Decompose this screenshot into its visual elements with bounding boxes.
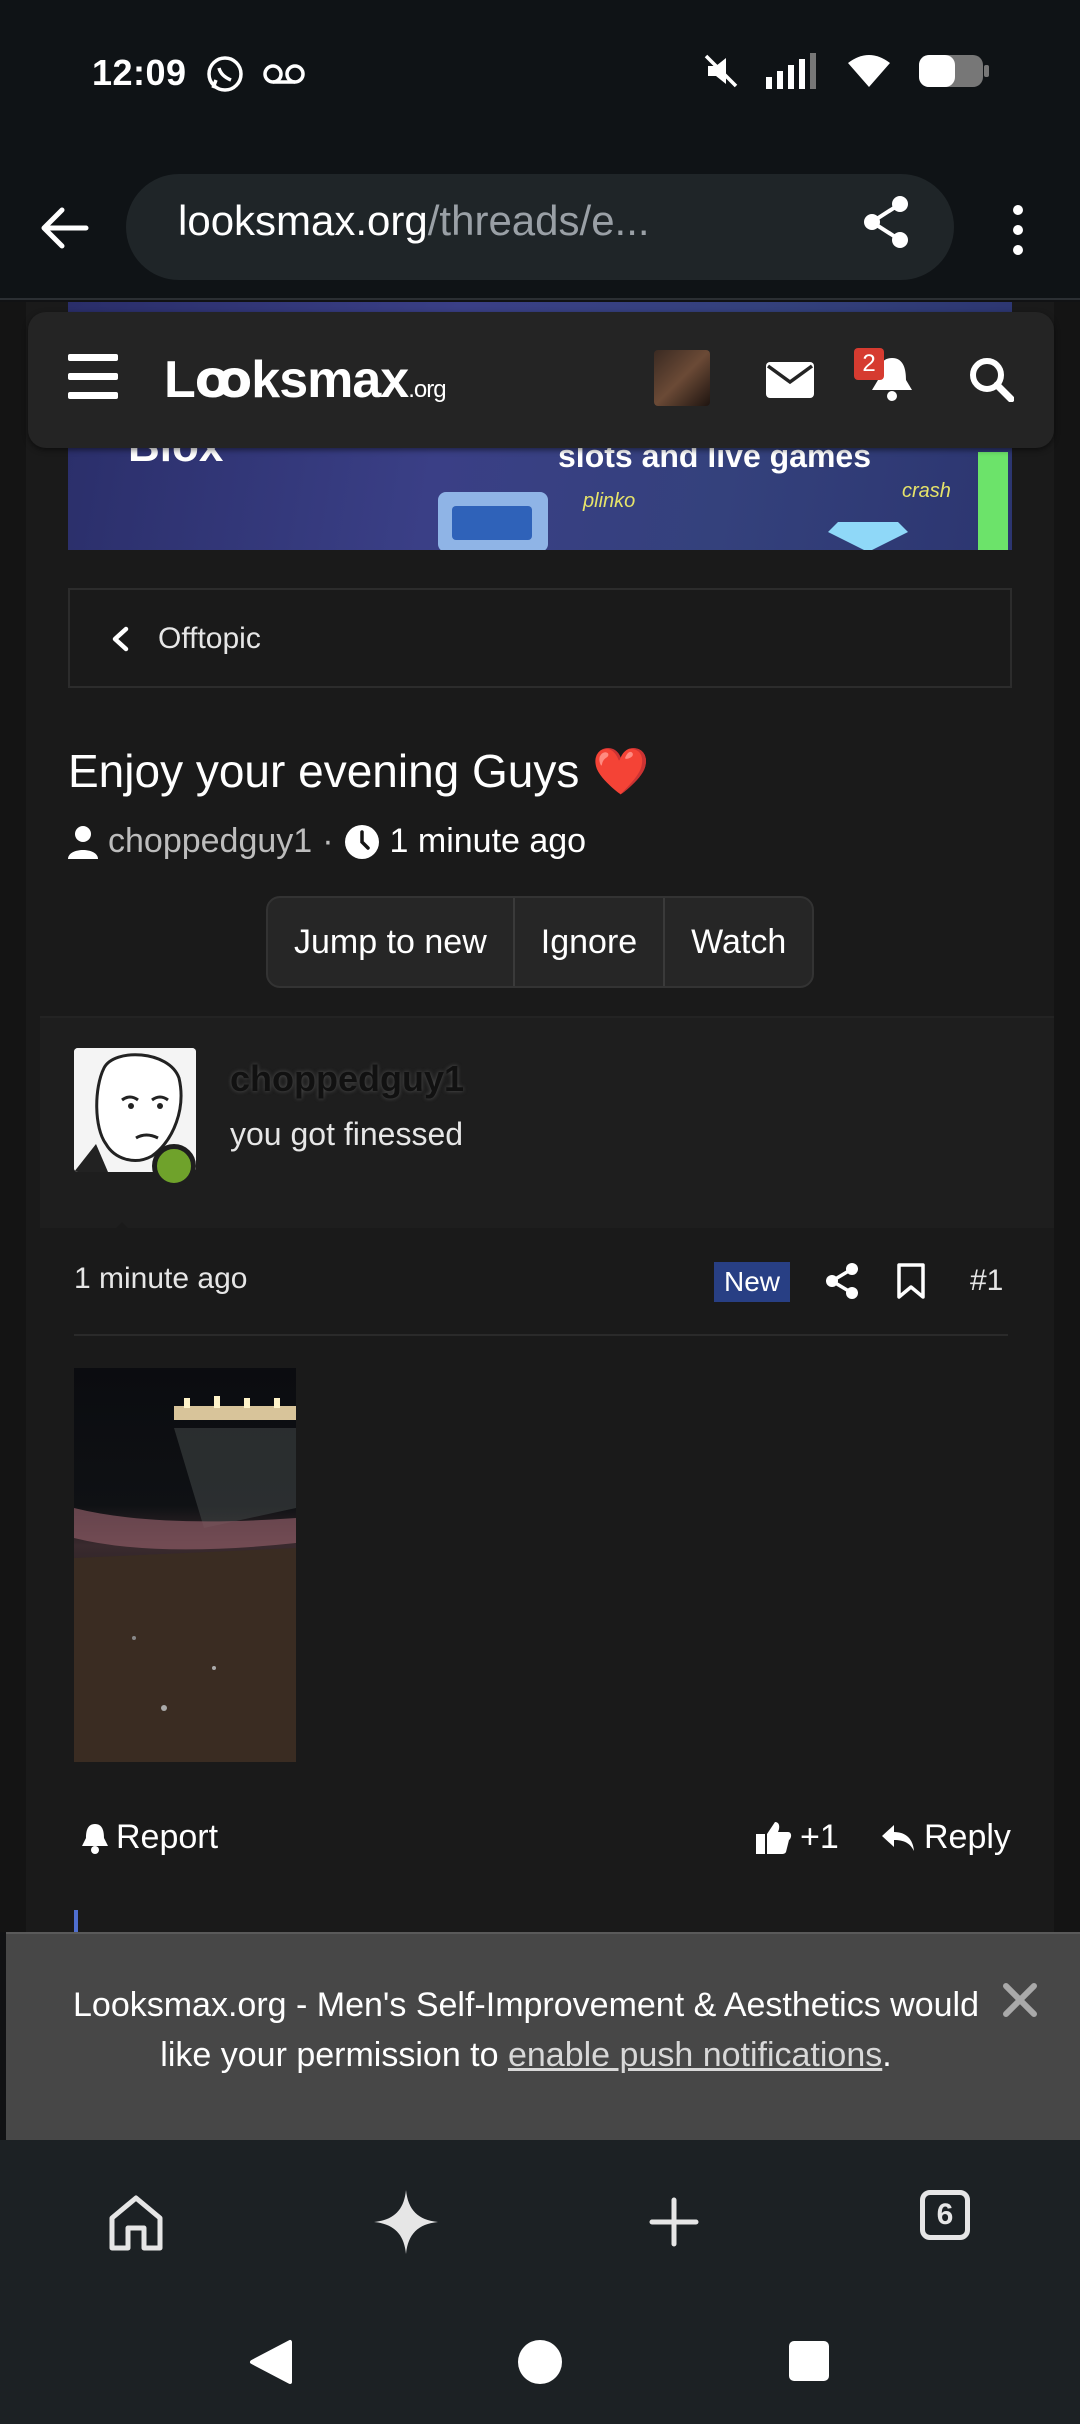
post-username[interactable]: choppedguy1 [230,1058,464,1100]
browser-toolbar: looksmax.org/threads/e... [0,160,1080,300]
status-bar: 12:09 [0,0,1080,160]
search-icon[interactable] [968,356,1014,402]
home-icon[interactable] [100,2186,172,2258]
signal-icon [766,53,816,89]
push-permission-banner: Looksmax.org - Men's Self-Improvement & … [6,1932,1080,2140]
breadcrumb-label: Offtopic [158,622,261,655]
chevron-left-icon [112,626,129,652]
battery-icon [919,55,989,87]
thread-author[interactable]: choppedguy1 [108,822,312,861]
wifi-icon [848,55,890,87]
bookmark-icon[interactable] [896,1262,926,1300]
post-attachment-image[interactable] [74,1368,296,1762]
thumbs-up-icon [756,1821,792,1854]
user-icon [68,825,98,859]
like-button[interactable]: +1 [756,1818,839,1857]
reply-button[interactable]: Reply [880,1818,1011,1857]
hamburger-menu-icon[interactable] [68,354,118,400]
post-user-bar: choppedguy1 you got finessed [40,1016,1054,1228]
post-user-title: you got finessed [230,1116,464,1152]
notification-badge: 2 [854,348,884,380]
envelope-icon[interactable] [766,362,814,398]
browser-bottom-bar [0,2140,1080,2300]
android-nav-bar [0,2300,1080,2424]
sparkle-icon[interactable] [370,2186,442,2258]
thread-meta: choppedguy1 · 1 minute ago [68,822,586,861]
watch-button[interactable]: Watch [665,898,812,986]
tab-switcher-button[interactable]: 6 [920,2190,970,2240]
thread-actions: Jump to new Ignore Watch [266,896,815,988]
mute-icon [704,54,738,88]
share-icon[interactable] [858,194,914,250]
jump-to-new-button[interactable]: Jump to new [268,898,515,986]
voicemail-icon [263,64,305,84]
nav-back-icon[interactable] [248,2338,294,2386]
overflow-menu-icon[interactable] [1000,200,1036,260]
whatsapp-icon [207,56,243,92]
new-tab-icon[interactable] [638,2186,710,2258]
ad-glow-icon [978,452,1008,550]
user-avatar[interactable] [654,350,710,406]
nav-home-icon[interactable] [516,2338,564,2386]
back-arrow-icon[interactable] [38,202,90,254]
share-icon[interactable] [824,1262,860,1300]
breadcrumb[interactable]: Offtopic [68,588,1012,688]
post-time[interactable]: 1 minute ago [74,1262,247,1296]
thread-title: Enjoy your evening Guys ❤️ [68,745,650,797]
clock-icon [344,824,379,859]
bell-icon [82,1823,108,1854]
reply-icon [882,1824,914,1851]
diamond-icon [828,522,908,550]
forum-header: Lꝏksmax.org 2 [28,312,1054,448]
site-logo[interactable]: Lꝏksmax.org [164,350,447,410]
ad-graphic-icon [438,492,548,550]
nav-recents-icon[interactable] [788,2340,830,2382]
post-arrow [100,1222,144,1244]
report-button[interactable]: Report [80,1818,218,1857]
url-text[interactable]: looksmax.org/threads/e... [178,197,778,245]
divider [74,1334,1008,1336]
ignore-button[interactable]: Ignore [515,898,666,986]
enable-push-link[interactable]: enable push notifications [508,2036,882,2074]
close-icon[interactable] [1000,1980,1040,2020]
thread-time: 1 minute ago [389,822,587,860]
status-time: 12:09 [92,52,187,93]
online-status-dot [152,1144,196,1188]
push-banner-text: Looksmax.org - Men's Self-Improvement & … [73,1986,979,2074]
night-beach-photo [74,1368,296,1762]
new-badge: New [714,1262,791,1302]
post-number[interactable]: #1 [970,1264,1003,1298]
